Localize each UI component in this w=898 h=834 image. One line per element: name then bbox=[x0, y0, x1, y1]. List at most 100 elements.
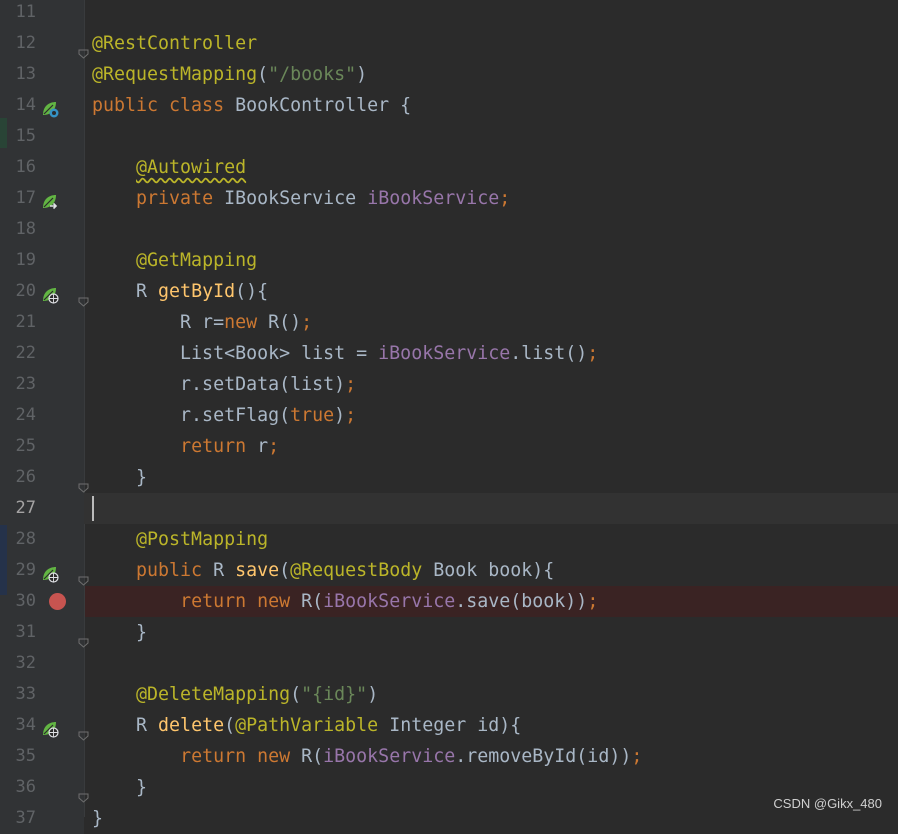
breakpoint-icon[interactable] bbox=[49, 593, 66, 610]
code-area[interactable]: R r=new R(); bbox=[85, 307, 898, 338]
code-area[interactable]: r.setData(list); bbox=[85, 369, 898, 400]
code-area[interactable]: @RestController bbox=[85, 28, 898, 59]
gutter[interactable]: 14 bbox=[0, 90, 84, 121]
gutter[interactable]: 24 bbox=[0, 400, 84, 431]
code-line[interactable]: 21 R r=new R(); bbox=[0, 307, 898, 338]
code-text: @PostMapping bbox=[136, 529, 269, 550]
gutter[interactable]: 16 bbox=[0, 152, 84, 183]
code-line[interactable]: 20 R getById(){ bbox=[0, 276, 898, 307]
gutter[interactable]: 13 bbox=[0, 59, 84, 90]
web-endpoint-icon[interactable] bbox=[41, 717, 59, 738]
code-area[interactable] bbox=[85, 493, 898, 524]
code-text: } bbox=[92, 622, 148, 643]
autowired-navigate-icon[interactable] bbox=[41, 190, 59, 210]
code-line[interactable]: 35 return new R(iBookService.removeById(… bbox=[0, 741, 898, 772]
code-area[interactable]: R getById(){ bbox=[85, 276, 898, 307]
code-editor[interactable]: 11 12 @RestController 13 @RequestMapping("/b… bbox=[0, 0, 898, 834]
gutter[interactable]: 18 bbox=[0, 214, 84, 245]
gutter[interactable]: 27 bbox=[0, 493, 84, 524]
gutter[interactable]: 35 bbox=[0, 741, 84, 772]
gutter[interactable]: 20 bbox=[0, 276, 84, 307]
code-line[interactable]: 25 return r; bbox=[0, 431, 898, 462]
code-line[interactable]: 36 } bbox=[0, 772, 898, 803]
code-line[interactable]: 13 @RequestMapping("/books") bbox=[0, 59, 898, 90]
gutter[interactable]: 34 bbox=[0, 710, 84, 741]
code-line[interactable]: 23 r.setData(list); bbox=[0, 369, 898, 400]
code-area[interactable]: @DeleteMapping("{id}") bbox=[85, 679, 898, 710]
gutter[interactable]: 12 bbox=[0, 28, 84, 59]
code-area[interactable]: @GetMapping bbox=[85, 245, 898, 276]
code-line[interactable]: 37} bbox=[0, 803, 898, 834]
code-line[interactable]: 15 bbox=[0, 121, 898, 152]
code-line[interactable]: 34 R delete(@PathVariable Integer id){ bbox=[0, 710, 898, 741]
code-area[interactable]: public class BookController { bbox=[85, 90, 898, 121]
code-area[interactable]: return r; bbox=[85, 431, 898, 462]
code-area[interactable] bbox=[85, 214, 898, 245]
gutter[interactable]: 26 bbox=[0, 462, 84, 493]
code-area[interactable]: return new R(iBookService.save(book)); bbox=[85, 586, 898, 617]
code-area[interactable]: R delete(@PathVariable Integer id){ bbox=[85, 710, 898, 741]
gutter[interactable]: 23 bbox=[0, 369, 84, 400]
gutter[interactable]: 22 bbox=[0, 338, 84, 369]
code-text: return new R(iBookService.save(book)); bbox=[180, 591, 599, 612]
gutter[interactable]: 30 bbox=[0, 586, 84, 617]
code-line[interactable]: 14 public class BookController { bbox=[0, 90, 898, 121]
code-line[interactable]: 33 @DeleteMapping("{id}") bbox=[0, 679, 898, 710]
code-area[interactable] bbox=[85, 121, 898, 152]
code-line[interactable]: 16 @Autowired bbox=[0, 152, 898, 183]
code-text: @GetMapping bbox=[136, 250, 258, 271]
gutter[interactable]: 32 bbox=[0, 648, 84, 679]
gutter[interactable]: 31 bbox=[0, 617, 84, 648]
code-line[interactable]: 29 public R save(@RequestBody Book book)… bbox=[0, 555, 898, 586]
code-area[interactable]: } bbox=[85, 462, 898, 493]
code-text: r.setFlag(true); bbox=[92, 405, 357, 426]
code-line[interactable]: 27 bbox=[0, 493, 898, 524]
line-number: 18 bbox=[15, 219, 36, 239]
code-line[interactable]: 18 bbox=[0, 214, 898, 245]
code-line[interactable]: 11 bbox=[0, 0, 898, 28]
code-text: } bbox=[92, 777, 148, 798]
line-number: 16 bbox=[15, 157, 36, 177]
code-line[interactable]: 19 @GetMapping bbox=[0, 245, 898, 276]
code-text: } bbox=[92, 467, 148, 488]
code-area[interactable]: @Autowired bbox=[85, 152, 898, 183]
code-line[interactable]: 32 bbox=[0, 648, 898, 679]
gutter[interactable]: 37 bbox=[0, 803, 84, 834]
code-area[interactable] bbox=[85, 0, 898, 28]
code-line[interactable]: 31 } bbox=[0, 617, 898, 648]
web-endpoint-icon[interactable] bbox=[41, 283, 59, 304]
code-text: @DeleteMapping("{id}") bbox=[136, 684, 379, 705]
line-number: 20 bbox=[15, 281, 36, 301]
gutter[interactable]: 11 bbox=[0, 0, 84, 28]
code-line[interactable]: 22 List<Book> list = iBookService.list()… bbox=[0, 338, 898, 369]
gutter[interactable]: 29 bbox=[0, 555, 84, 586]
gutter[interactable]: 17 bbox=[0, 183, 84, 214]
spring-bean-icon[interactable] bbox=[41, 97, 59, 118]
gutter[interactable]: 21 bbox=[0, 307, 84, 338]
code-line[interactable]: 24 r.setFlag(true); bbox=[0, 400, 898, 431]
code-text: List<Book> list = iBookService.list(); bbox=[92, 343, 599, 364]
gutter[interactable]: 36 bbox=[0, 772, 84, 803]
gutter[interactable]: 19 bbox=[0, 245, 84, 276]
code-area[interactable] bbox=[85, 648, 898, 679]
code-line[interactable]: 17 private IBookService iBookService; bbox=[0, 183, 898, 214]
code-area[interactable]: private IBookService iBookService; bbox=[85, 183, 898, 214]
code-line[interactable]: 28 @PostMapping bbox=[0, 524, 898, 555]
gutter[interactable]: 25 bbox=[0, 431, 84, 462]
code-line[interactable]: 26 } bbox=[0, 462, 898, 493]
code-area[interactable]: } bbox=[85, 617, 898, 648]
code-area[interactable]: List<Book> list = iBookService.list(); bbox=[85, 338, 898, 369]
code-area[interactable]: @PostMapping bbox=[85, 524, 898, 555]
code-line[interactable]: 30 return new R(iBookService.save(book))… bbox=[0, 586, 898, 617]
web-endpoint-icon[interactable] bbox=[41, 562, 59, 583]
gutter[interactable]: 15 bbox=[0, 121, 84, 152]
code-area[interactable]: return new R(iBookService.removeById(id)… bbox=[85, 741, 898, 772]
code-area[interactable]: r.setFlag(true); bbox=[85, 400, 898, 431]
code-text: return new R(iBookService.removeById(id)… bbox=[180, 746, 643, 767]
code-area[interactable]: public R save(@RequestBody Book book){ bbox=[85, 555, 898, 586]
gutter[interactable]: 28 bbox=[0, 524, 84, 555]
gutter[interactable]: 33 bbox=[0, 679, 84, 710]
code-line[interactable]: 12 @RestController bbox=[0, 28, 898, 59]
code-area[interactable]: @RequestMapping("/books") bbox=[85, 59, 898, 90]
line-number: 17 bbox=[15, 188, 36, 208]
